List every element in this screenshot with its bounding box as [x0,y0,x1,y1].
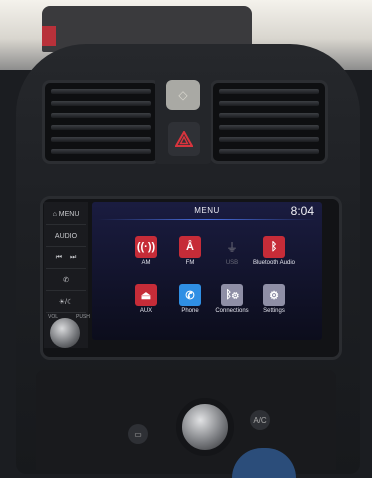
track-seek-button[interactable]: ⏮ ⏭ [46,248,86,269]
app-connections[interactable]: ᛒ⚙ Connections [208,284,256,332]
phone-button[interactable]: ✆ [46,270,86,291]
upper-center-button[interactable]: ◇ [166,80,200,110]
home-icon: ⌂ [52,210,57,218]
am-radio-icon: ((·)) [135,236,157,258]
app-label: AUX [139,308,153,314]
app-label: Phone [181,308,199,314]
fan-speed-knob[interactable] [176,398,234,456]
app-usb[interactable]: ⏚ USB [208,236,256,284]
rear-defrost-button[interactable]: ▭ [128,424,148,444]
ac-icon: A/C [253,415,267,425]
infotainment-screen: MENU 8:04 ((·)) AM Å FM ⏚ USB ᛒ Bluetoot… [92,202,322,340]
app-settings[interactable]: ⚙ Settings [250,284,298,332]
background-vehicle-taillight [42,26,56,46]
seek-forward-icon: ⏭ [70,254,77,261]
app-label: AM [141,260,151,266]
rear-defrost-icon: ▭ [134,429,142,439]
seek-back-icon: ⏮ [55,254,62,261]
audio-button-label: AUDIO [54,232,78,240]
menu-button-label: MENU [58,210,80,218]
app-label: Settings [263,308,285,314]
audio-button[interactable]: AUDIO [46,226,86,247]
left-air-vent[interactable] [42,80,160,164]
app-label: USB [225,260,239,266]
push-label: PUSH [76,314,90,320]
brightness-button[interactable]: ☀/☾ [46,292,86,313]
right-air-vent[interactable] [210,80,328,164]
app-label: FM [185,260,195,266]
fm-radio-icon: Å [179,236,201,258]
app-label: Connections [215,308,249,314]
phone-handset-icon: ✆ [63,277,69,284]
app-phone[interactable]: ✆ Phone [166,284,214,332]
ac-button[interactable]: A/C [250,410,270,430]
connections-icon: ᛒ⚙ [221,284,243,306]
clock: 8:04 [290,204,314,218]
hazard-icon [175,131,193,147]
app-label: Bluetooth Audio [252,260,296,266]
usb-icon: ⏚ [226,242,238,254]
day-night-icon: ☀/☾ [58,299,74,306]
screen-title: MENU [194,206,220,215]
mode-icon: ◇ [178,88,188,102]
title-divider [98,219,316,220]
app-bluetooth-audio[interactable]: ᛒ Bluetooth Audio [250,236,298,284]
hazard-button[interactable] [168,122,200,156]
bluetooth-icon: ᛒ [263,236,285,258]
menu-button[interactable]: ⌂ MENU [46,204,86,225]
aux-icon: ⏏ [135,284,157,306]
settings-icon: ⚙ [263,284,285,306]
app-aux[interactable]: ⏏ AUX [122,284,170,332]
app-fm[interactable]: Å FM [166,236,214,284]
phone-icon: ✆ [179,284,201,306]
app-am[interactable]: ((·)) AM [122,236,170,284]
volume-knob[interactable] [50,318,80,348]
